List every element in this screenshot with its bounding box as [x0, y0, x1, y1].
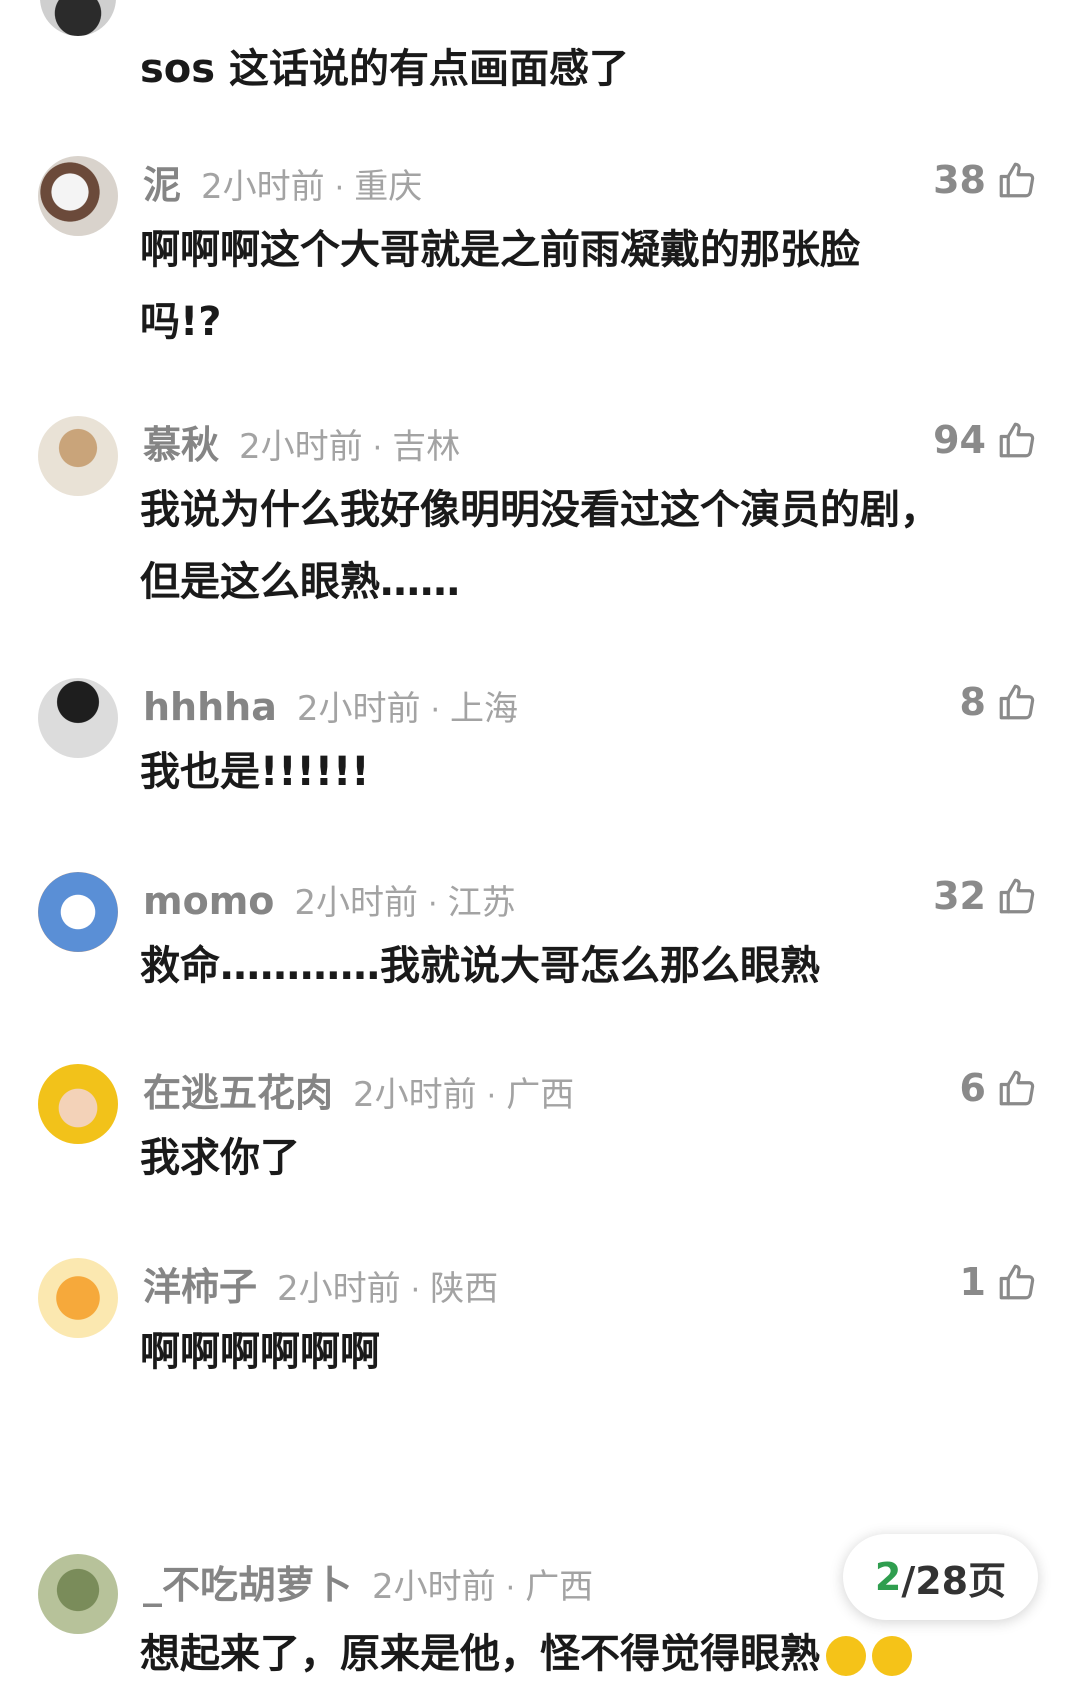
current-page: 2: [874, 1555, 902, 1599]
comment-line: 但是这么眼熟……: [140, 559, 460, 605]
location: 陕西: [430, 1269, 499, 1309]
separator-dot: ·: [430, 693, 441, 728]
like-button[interactable]: 38: [933, 158, 1038, 202]
location: 重庆: [354, 167, 423, 207]
like-count: 6: [959, 1066, 986, 1110]
comment-text: 我也是!!!!!!: [140, 736, 960, 808]
avatar[interactable]: [38, 678, 118, 758]
location: 吉林: [392, 427, 461, 467]
comment-line: 啊啊啊这个大哥就是之前雨凝戴的那张脸: [140, 227, 860, 273]
thumbs-up-icon: [999, 878, 1035, 914]
timestamp: 2小时前: [277, 1269, 401, 1309]
thumbs-up-icon: [999, 162, 1035, 198]
comment-text: 啊啊啊啊啊啊: [140, 1316, 960, 1388]
timestamp: 2小时前: [201, 167, 325, 207]
like-button[interactable]: 32: [933, 874, 1038, 918]
total-pages: /28页: [901, 1558, 1007, 1603]
like-count: 32: [933, 874, 986, 918]
separator-dot: ·: [486, 1079, 497, 1114]
username[interactable]: 泥: [143, 163, 181, 207]
like-count: 1: [959, 1260, 986, 1304]
separator-dot: ·: [410, 1273, 421, 1308]
username[interactable]: momo: [143, 879, 274, 923]
thumbs-up-icon: [999, 1264, 1035, 1300]
separator-dot: ·: [334, 171, 345, 206]
timestamp: 2小时前: [296, 689, 421, 729]
comment-meta: _不吃胡萝卜 2小时前 · 广西: [143, 1562, 593, 1612]
comment-text: sos 这话说的有点画面感了: [140, 46, 630, 92]
separator-dot: ·: [428, 887, 438, 922]
location: 江苏: [447, 883, 516, 923]
comment-meta: 泥 2小时前 · 重庆: [143, 162, 422, 212]
separator-dot: ·: [505, 1571, 516, 1606]
comment-line: 我说为什么我好像明明没看过这个演员的剧，: [140, 487, 940, 533]
comment-line: 我也是!!!!!!: [140, 749, 370, 795]
comment-meta: 洋柿子 2小时前 · 陕西: [143, 1264, 498, 1314]
location: 广西: [506, 1075, 575, 1115]
comment-line: 吗!?: [140, 299, 222, 345]
page-indicator[interactable]: 2/28页: [843, 1534, 1038, 1620]
like-count: 94: [933, 418, 986, 462]
crying-emoji-icon: [872, 1636, 912, 1676]
username[interactable]: 慕秋: [143, 423, 219, 467]
timestamp: 2小时前: [239, 427, 363, 467]
comment-line: 我求你了: [140, 1135, 300, 1181]
avatar[interactable]: [38, 1064, 118, 1144]
avatar[interactable]: [38, 416, 118, 496]
avatar[interactable]: [40, 0, 116, 36]
comment-line: 啊啊啊啊啊啊: [140, 1329, 380, 1375]
comment-line: 救命…………我就说大哥怎么那么眼熟: [140, 943, 820, 989]
thumbs-up-icon: [999, 684, 1035, 720]
comment-meta: hhhha 2小时前 · 上海: [143, 684, 518, 734]
comment-text: 我说为什么我好像明明没看过这个演员的剧， 但是这么眼熟……: [140, 474, 960, 618]
thumbs-up-icon: [999, 1070, 1035, 1106]
separator-dot: ·: [372, 431, 383, 466]
location: 上海: [450, 689, 519, 729]
like-button[interactable]: 6: [960, 1066, 1038, 1110]
username[interactable]: hhhha: [143, 685, 277, 729]
avatar[interactable]: [38, 1258, 118, 1338]
comment-text: 我求你了: [140, 1122, 960, 1194]
timestamp: 2小时前: [353, 1075, 477, 1115]
avatar[interactable]: [38, 872, 118, 952]
comment-meta: 在逃五花肉 2小时前 · 广西: [143, 1070, 574, 1120]
avatar[interactable]: [38, 1554, 118, 1634]
comment-meta: 慕秋 2小时前 · 吉林: [143, 422, 460, 472]
comment-meta: momo 2小时前 · 江苏: [143, 878, 516, 928]
location: 广西: [525, 1567, 594, 1607]
like-button[interactable]: 94: [933, 418, 1038, 462]
like-button[interactable]: 8: [960, 680, 1038, 724]
comment-text: 救命…………我就说大哥怎么那么眼熟: [140, 930, 960, 1002]
comment-line: 想起来了，原来是他，怪不得觉得眼熟: [140, 1631, 820, 1677]
crying-emoji-icon: [826, 1636, 866, 1676]
comment-text: 想起来了，原来是他，怪不得觉得眼熟: [140, 1618, 1040, 1690]
username[interactable]: _不吃胡萝卜: [143, 1563, 352, 1607]
username[interactable]: 洋柿子: [143, 1265, 257, 1309]
username[interactable]: 在逃五花肉: [143, 1071, 333, 1115]
timestamp: 2小时前: [372, 1567, 496, 1607]
like-count: 8: [959, 680, 986, 724]
comment-text: 啊啊啊这个大哥就是之前雨凝戴的那张脸 吗!?: [140, 214, 960, 358]
like-button[interactable]: 1: [960, 1260, 1038, 1304]
thumbs-up-icon: [999, 422, 1035, 458]
timestamp: 2小时前: [294, 883, 419, 923]
like-count: 38: [933, 158, 986, 202]
avatar[interactable]: [38, 156, 118, 236]
